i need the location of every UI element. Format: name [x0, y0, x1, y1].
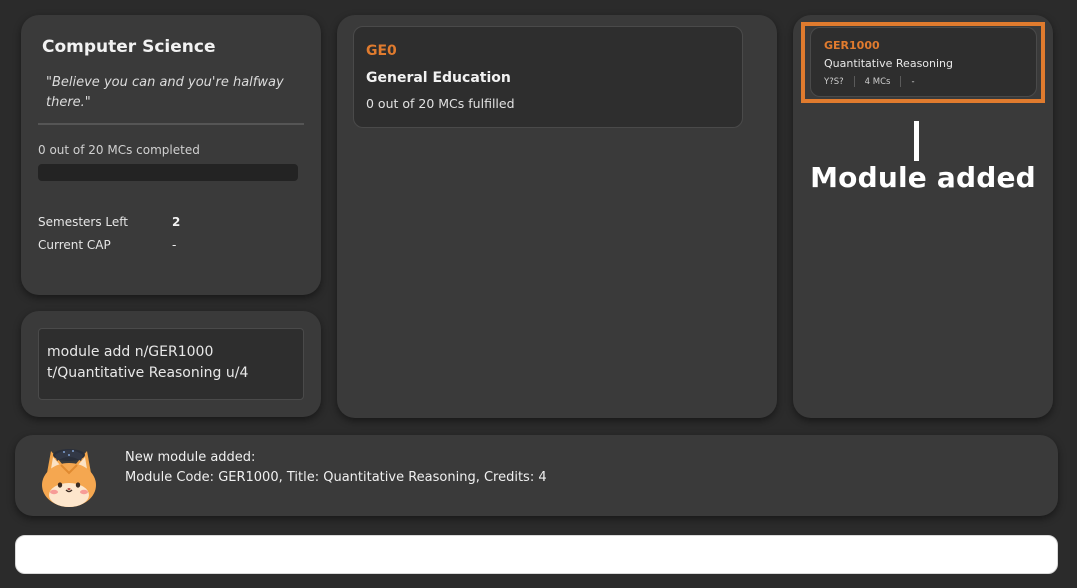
mc-progress-bar [38, 164, 298, 181]
meta-separator [853, 76, 855, 87]
result-display: New module added: Module Code: GER1000, … [15, 435, 1058, 516]
requirements-panel[interactable]: GE0 General Education 0 out of 20 MCs fu… [337, 15, 777, 418]
current-cap-value: - [172, 238, 177, 252]
meta-separator [900, 76, 902, 87]
command-text-area[interactable]: module add n/GER1000 t/Quantitative Reas… [38, 328, 304, 400]
semesters-left-value: 2 [172, 215, 181, 229]
motivational-quote: "Believe you can and you're halfway ther… [46, 75, 284, 110]
module-grade: - [911, 76, 915, 87]
module-semester: Y?S? [824, 76, 844, 87]
module-list-panel[interactable]: GER1000 Quantitative Reasoning Y?S? 4 MC… [793, 15, 1053, 418]
module-meta: Y?S? 4 MCs - [824, 76, 915, 87]
module-card[interactable]: GER1000 Quantitative Reasoning Y?S? 4 MC… [810, 27, 1037, 97]
annotation-label: Module added [810, 161, 1036, 194]
module-code: GER1000 [824, 39, 880, 52]
annotation-pointer [914, 121, 919, 161]
mc-progress-text: 0 out of 20 MCs completed [38, 143, 200, 157]
command-input[interactable] [15, 535, 1058, 574]
semesters-left-label: Semesters Left [38, 215, 128, 229]
requirement-code: GE0 [366, 43, 397, 59]
requirement-title: General Education [366, 70, 511, 86]
requirement-progress: 0 out of 20 MCs fulfilled [366, 96, 515, 111]
result-message-title: New module added: [125, 450, 256, 465]
course-title: Computer Science [42, 37, 216, 57]
divider [38, 123, 304, 125]
module-credits: 4 MCs [864, 76, 891, 87]
command-history-card: module add n/GER1000 t/Quantitative Reas… [21, 311, 321, 417]
profile-card: Computer Science "Believe you can and yo… [21, 15, 321, 295]
requirement-card[interactable]: GE0 General Education 0 out of 20 MCs fu… [353, 26, 743, 128]
app-window: Computer Science "Believe you can and yo… [0, 0, 1077, 588]
current-cap-label: Current CAP [38, 238, 111, 252]
module-title: Quantitative Reasoning [824, 57, 954, 70]
cat-graduate-icon [37, 443, 101, 509]
result-message-detail: Module Code: GER1000, Title: Quantitativ… [125, 470, 547, 485]
